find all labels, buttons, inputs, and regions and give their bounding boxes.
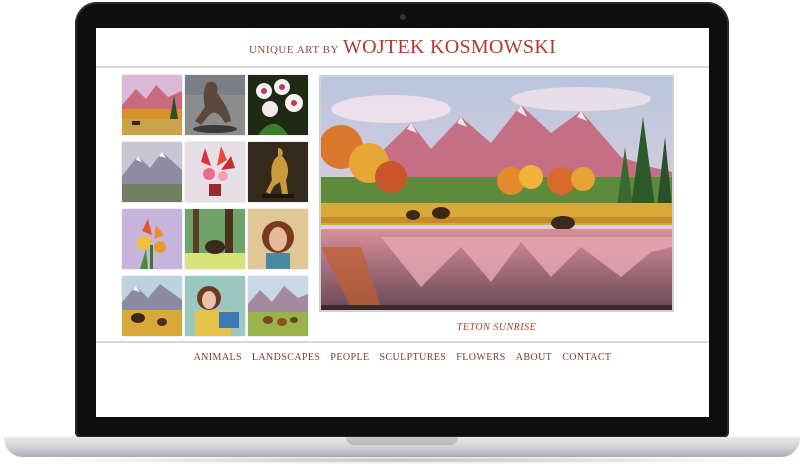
thumbnail-iris-flowers[interactable]: [122, 209, 182, 269]
website-screen: UNIQUE ART BY WOJTEK KOSMOWSKI TETON SUN…: [96, 28, 709, 417]
header-divider: [96, 66, 709, 68]
site-title[interactable]: UNIQUE ART BY WOJTEK KOSMOWSKI: [96, 36, 709, 59]
thumbnail-bears-meadow[interactable]: [248, 276, 308, 336]
nav-item-landscapes[interactable]: LANDSCAPES: [252, 352, 320, 363]
title-name: WOJTEK KOSMOWSKI: [342, 36, 557, 58]
featured-painting[interactable]: [319, 75, 674, 312]
camera-icon: [400, 14, 406, 20]
nav-item-people[interactable]: PEOPLE: [330, 352, 369, 363]
nav-item-sculptures[interactable]: SCULPTURES: [379, 352, 446, 363]
title-prefix: UNIQUE ART BY: [248, 44, 339, 56]
thumbnail-bison-prairie[interactable]: [122, 276, 182, 336]
thumbnail-bronze-sculpture[interactable]: [185, 75, 245, 135]
thumbnail-woman-reading[interactable]: [185, 276, 245, 336]
thumbnail-orchid-flowers[interactable]: [248, 75, 308, 135]
thumbnail-grid: [122, 75, 310, 337]
thumbnail-forest-bear[interactable]: [185, 209, 245, 269]
nav-item-flowers[interactable]: FLOWERS: [456, 352, 505, 363]
laptop-shadow: [30, 456, 774, 464]
nav-item-animals[interactable]: ANIMALS: [194, 352, 242, 363]
laptop-notch: [346, 437, 458, 445]
thumbnail-woman-portrait[interactable]: [248, 209, 308, 269]
thumbnail-mountain-landscape[interactable]: [122, 75, 182, 135]
featured-painting-image: [321, 77, 672, 310]
nav-item-about[interactable]: ABOUT: [516, 352, 552, 363]
thumbnail-red-flowers-vase[interactable]: [185, 142, 245, 202]
thumbnail-golden-sculpture[interactable]: [248, 142, 308, 202]
nav-divider: [96, 341, 709, 343]
main-nav: ANIMALS LANDSCAPES PEOPLE SCULPTURES FLO…: [96, 347, 709, 365]
thumbnail-snowy-mountains[interactable]: [122, 142, 182, 202]
painting-caption: TETON SUNRISE: [456, 322, 537, 333]
nav-item-contact[interactable]: CONTACT: [562, 352, 611, 363]
